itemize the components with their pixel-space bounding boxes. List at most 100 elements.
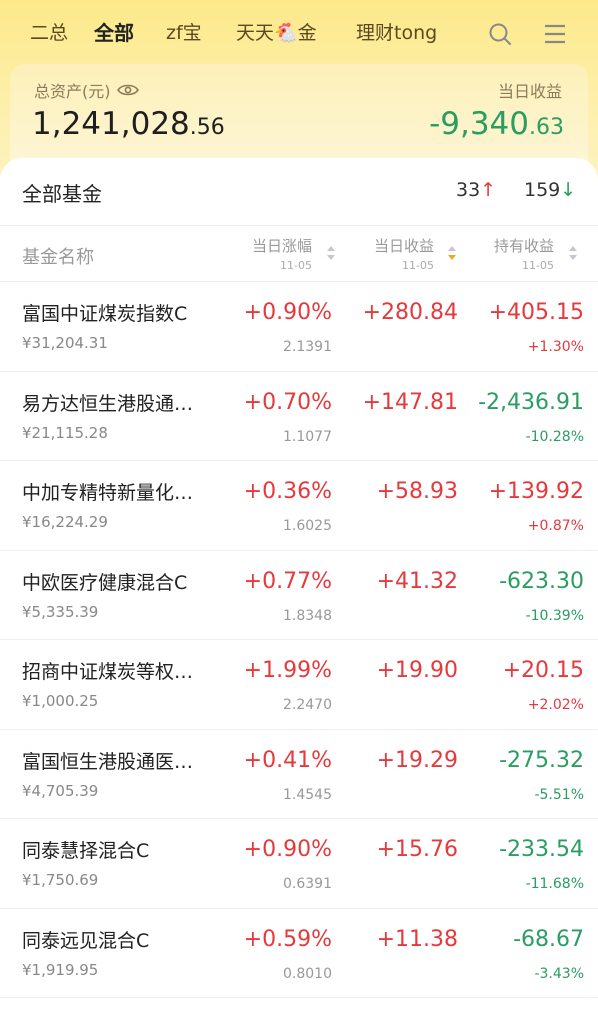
fund-hold-percent: -10.28% [525, 428, 584, 445]
fund-hold-profit: -2,436.91 [478, 389, 584, 415]
fund-daily-change: +0.90% [243, 837, 332, 862]
fund-amount: ¥1,000.25 [22, 692, 99, 710]
fund-daily-change: +0.36% [243, 479, 332, 504]
fund-daily-change: +0.77% [243, 568, 332, 594]
tab-summary[interactable]: 二总 [30, 20, 68, 46]
tab-all[interactable]: 全部 [94, 20, 134, 46]
fund-row[interactable]: 同泰慧择混合C ¥1,750.69 +0.90% 0.6391 +15.76 -233.5… [0, 819, 598, 909]
fund-daily-change: +0.41% [243, 747, 332, 773]
fund-rows: 富国中证煤炭指数C ¥31,204.31 +0.90% 2.1391 +280.84 +4… [0, 282, 598, 998]
column-daily-change-date: 11-05 [280, 259, 312, 272]
fund-nav: 1.8348 [283, 607, 332, 624]
fund-name: 易方达恒生港股通… [22, 392, 194, 415]
column-fund-name: 基金名称 [22, 247, 94, 268]
column-hold-profit-date: 11-05 [522, 259, 554, 272]
fund-name: 中加专精特新量化… [22, 482, 194, 504]
column-daily-profit[interactable]: 当日收益 11-05 [374, 235, 434, 272]
tab-zfbao[interactable]: zf宝 [166, 20, 202, 46]
fund-daily-change: +0.59% [243, 926, 332, 952]
fund-amount: ¥4,705.39 [22, 781, 99, 800]
fund-daily-profit: +11.38 [376, 926, 458, 952]
up-count[interactable]: 33↑ [456, 179, 496, 201]
fund-row[interactable]: 富国恒生港股通医… ¥4,705.39 +0.41% 1.4545 +19.29 -275… [0, 730, 598, 819]
fund-list-card: 全部基金 33↑ 159↓ 基金名称 当日涨幅 11-05 当日收益 11-05… [0, 158, 598, 1010]
fund-hold-profit: -233.54 [499, 837, 584, 862]
fund-hold-profit: +20.15 [502, 658, 584, 683]
column-daily-change-label: 当日涨幅 [251, 237, 312, 255]
fund-name: 同泰远见混合C [22, 929, 150, 952]
fund-list-header: 全部基金 33↑ 159↓ [0, 158, 598, 226]
sort-icon[interactable] [326, 244, 336, 262]
column-daily-profit-date: 11-05 [402, 259, 434, 272]
fund-hold-profit: -68.67 [513, 926, 584, 952]
daily-profit-value: -9,340.63 [429, 106, 564, 142]
tab-tiantian[interactable]: 天天🐔金 [236, 20, 317, 46]
sort-icon[interactable] [568, 244, 578, 262]
fund-daily-profit: +19.90 [376, 658, 458, 683]
down-arrow-icon: ↓ [560, 179, 577, 201]
fund-nav: 0.8010 [283, 965, 332, 982]
search-icon[interactable] [488, 22, 512, 46]
fund-daily-profit: +280.84 [362, 300, 458, 325]
fund-nav: 2.1391 [283, 339, 332, 355]
fund-row[interactable]: 中加专精特新量化… ¥16,224.29 +0.36% 1.6025 +58.93 +13… [0, 461, 598, 551]
total-asset-dec: .56 [189, 115, 225, 140]
fund-hold-percent: +1.30% [527, 339, 584, 355]
total-asset-label-text: 总资产(元) [34, 82, 111, 101]
fund-hold-profit: -275.32 [499, 747, 584, 773]
down-count-number: 159 [524, 179, 561, 201]
fund-hold-percent: -3.43% [534, 965, 584, 982]
up-count-number: 33 [456, 179, 481, 201]
column-hold-profit-label: 持有收益 [493, 237, 554, 255]
fund-hold-percent: -5.51% [534, 786, 584, 803]
fund-daily-profit: +15.76 [376, 837, 458, 862]
fund-nav: 1.4545 [283, 786, 332, 803]
fund-name: 同泰慧择混合C [22, 840, 150, 862]
fund-amount: ¥1,919.95 [22, 960, 99, 979]
fund-amount: ¥5,335.39 [22, 602, 99, 621]
total-asset-value: 1,241,028.56 [32, 106, 225, 142]
fund-amount: ¥16,224.29 [22, 513, 108, 531]
daily-profit-label: 当日收益 [497, 82, 562, 101]
column-hold-profit[interactable]: 持有收益 11-05 [494, 235, 554, 272]
fund-list-title: 全部基金 [22, 182, 102, 206]
down-count[interactable]: 159↓ [524, 179, 576, 201]
eye-icon[interactable] [116, 83, 139, 97]
tab-licai[interactable]: 理财tong [356, 20, 437, 46]
fund-row[interactable]: 易方达恒生港股通… ¥21,115.28 +0.70% 1.1077 +147.81 -2… [0, 372, 598, 461]
fund-daily-change: +0.90% [243, 300, 332, 325]
fund-daily-profit: +41.32 [376, 568, 458, 594]
column-daily-profit-label: 当日收益 [373, 237, 434, 255]
top-nav: 二总 全部 zf宝 天天🐔金 理财tong [0, 0, 598, 66]
fund-hold-profit: +405.15 [488, 300, 584, 325]
fund-daily-profit: +19.29 [376, 747, 458, 773]
fund-row[interactable]: 招商中证煤炭等权… ¥1,000.25 +1.99% 2.2470 +19.90 +20.… [0, 640, 598, 730]
total-asset-label: 总资产(元) [34, 78, 139, 102]
fund-daily-profit: +147.81 [362, 389, 458, 415]
fund-daily-profit: +58.93 [376, 479, 458, 504]
fund-name: 中欧医疗健康混合C [22, 571, 188, 594]
column-daily-change[interactable]: 当日涨幅 11-05 [252, 235, 312, 272]
menu-icon[interactable] [543, 22, 567, 46]
fund-nav: 0.6391 [283, 876, 332, 892]
fund-row[interactable]: 富国中证煤炭指数C ¥31,204.31 +0.90% 2.1391 +280.84 +4… [0, 282, 598, 372]
fund-hold-percent: +2.02% [527, 697, 584, 713]
column-header: 基金名称 当日涨幅 11-05 当日收益 11-05 持有收益 11-05 [0, 226, 598, 282]
fund-amount: ¥21,115.28 [22, 423, 108, 442]
fund-daily-change: +1.99% [243, 658, 332, 683]
sort-desc-icon[interactable] [447, 244, 457, 262]
fund-name: 富国中证煤炭指数C [22, 303, 188, 325]
fund-hold-percent: -11.68% [525, 876, 584, 892]
fund-name: 富国恒生港股通医… [22, 750, 194, 773]
total-asset-int: 1,241,028 [32, 106, 190, 142]
fund-row[interactable]: 中欧医疗健康混合C ¥5,335.39 +0.77% 1.8348 +41.32 -623… [0, 551, 598, 640]
fund-nav: 1.1077 [283, 428, 332, 445]
fund-name: 招商中证煤炭等权… [22, 661, 194, 683]
fund-hold-percent: -10.39% [525, 607, 584, 624]
fund-hold-profit: +139.92 [488, 479, 584, 504]
fund-amount: ¥31,204.31 [22, 334, 108, 352]
fund-amount: ¥1,750.69 [22, 871, 99, 889]
fund-row[interactable]: 同泰远见混合C ¥1,919.95 +0.59% 0.8010 +11.38 -68.67… [0, 909, 598, 998]
up-arrow-icon: ↑ [480, 179, 497, 201]
fund-daily-change: +0.70% [243, 389, 332, 415]
